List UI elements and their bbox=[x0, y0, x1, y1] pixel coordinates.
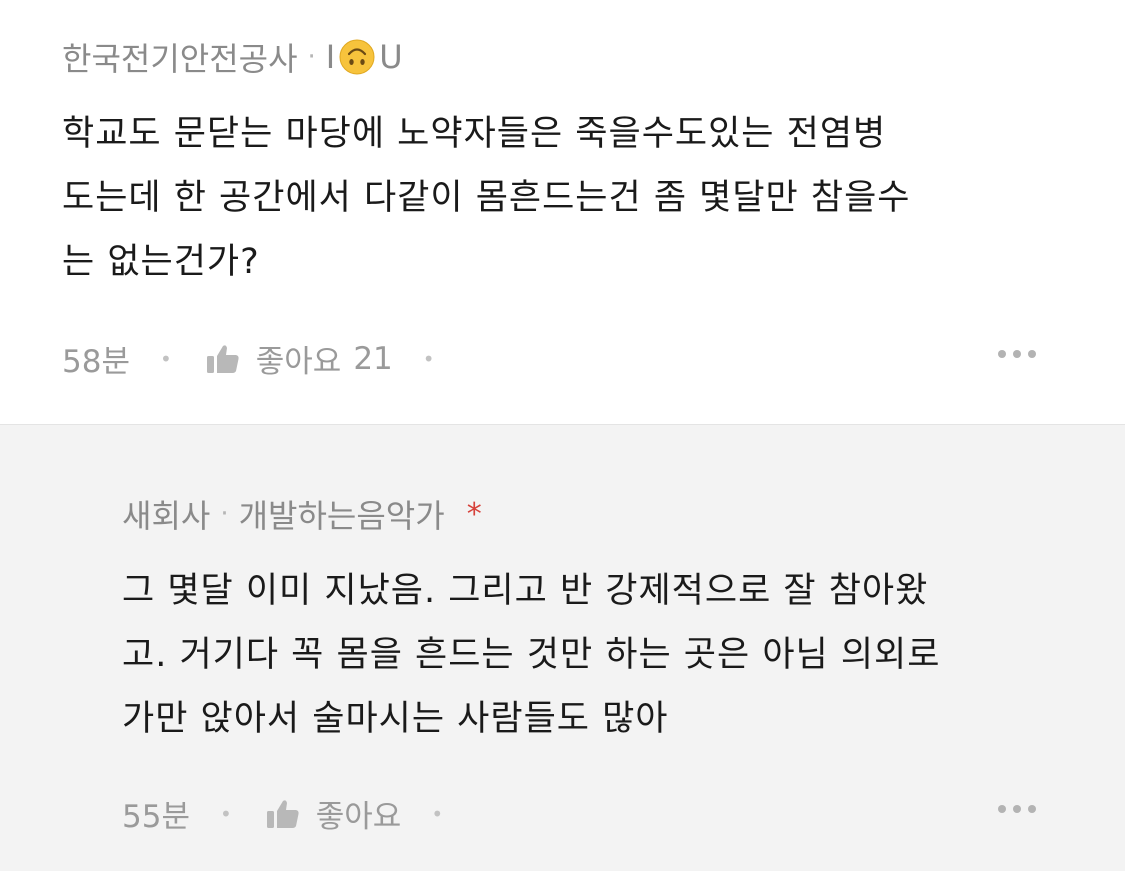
comment-line: 학교도 문닫는 마당에 노약자들은 죽을수도있는 전염병 bbox=[62, 114, 887, 154]
meta-separator: · bbox=[307, 42, 316, 72]
comment-time: 58분 bbox=[62, 344, 130, 380]
more-dots-icon bbox=[1013, 805, 1021, 813]
more-dots-icon bbox=[1028, 350, 1036, 358]
comment-line: 고. 거기다 꼭 몸을 흔드는 것만 하는 곳은 아님 의외로 bbox=[122, 635, 941, 675]
like-button[interactable]: 좋아요 21 bbox=[206, 336, 393, 381]
comment-time: 55분 bbox=[122, 799, 190, 835]
more-options-button[interactable] bbox=[998, 350, 1036, 358]
more-dots-icon bbox=[1028, 805, 1036, 813]
author-nickname[interactable]: 개발하는음악가 bbox=[239, 491, 445, 537]
like-button[interactable]: 좋아요 bbox=[266, 791, 402, 836]
upside-down-face-emoji-icon bbox=[339, 39, 375, 75]
more-dots-icon bbox=[1013, 350, 1021, 358]
meta-separator: · bbox=[220, 499, 229, 529]
comment: 한국전기안전공사 · I U 학교도 문닫는 마당에 노약자들은 죽을수도있는 … bbox=[0, 0, 1125, 424]
like-label: 좋아요 bbox=[315, 799, 402, 835]
reply-footer: 55분 • 좋아요 • bbox=[122, 791, 477, 836]
comment-footer: 58분 • 좋아요 21 • bbox=[62, 336, 469, 381]
author-nickname[interactable]: I U bbox=[326, 38, 403, 76]
comment-line: 그 몇달 이미 지났음. 그리고 반 강제적으로 잘 참아왔 bbox=[122, 571, 929, 611]
like-label: 좋아요 bbox=[255, 344, 342, 380]
reply-body: 그 몇달 이미 지났음. 그리고 반 강제적으로 잘 참아왔 고. 거기다 꼭 … bbox=[122, 559, 940, 751]
nickname-suffix: U bbox=[379, 38, 403, 76]
comment-body: 학교도 문닫는 마당에 노약자들은 죽을수도있는 전염병 도는데 한 공간에서 … bbox=[62, 102, 910, 294]
footer-separator: • bbox=[159, 346, 172, 371]
comment-meta: 한국전기안전공사 · I U bbox=[62, 34, 403, 80]
footer-separator: • bbox=[422, 346, 435, 371]
thumbs-up-icon bbox=[266, 799, 299, 828]
more-dots-icon bbox=[998, 805, 1006, 813]
footer-separator: • bbox=[219, 801, 232, 826]
more-options-button[interactable] bbox=[998, 805, 1036, 813]
comment-line: 는 없는건가? bbox=[62, 242, 260, 282]
thumbs-up-icon bbox=[206, 344, 239, 373]
new-marker: * bbox=[466, 496, 482, 532]
more-dots-icon bbox=[998, 350, 1006, 358]
author-company[interactable]: 새회사 bbox=[122, 491, 210, 537]
reply-comment: 새회사 · 개발하는음악가 * 그 몇달 이미 지났음. 그리고 반 강제적으로… bbox=[0, 424, 1125, 871]
comment-line: 가만 앉아서 술마시는 사람들도 많아 bbox=[122, 699, 669, 739]
author-company[interactable]: 한국전기안전공사 bbox=[62, 34, 298, 80]
reply-meta: 새회사 · 개발하는음악가 * bbox=[122, 491, 482, 537]
comment-line: 도는데 한 공간에서 다같이 몸흔드는건 좀 몇달만 참을수 bbox=[62, 178, 911, 218]
nickname-prefix: I bbox=[325, 38, 336, 76]
like-count: 21 bbox=[353, 340, 393, 377]
comment-thread: 한국전기안전공사 · I U 학교도 문닫는 마당에 노약자들은 죽을수도있는 … bbox=[0, 0, 1125, 871]
footer-separator: • bbox=[431, 801, 444, 826]
